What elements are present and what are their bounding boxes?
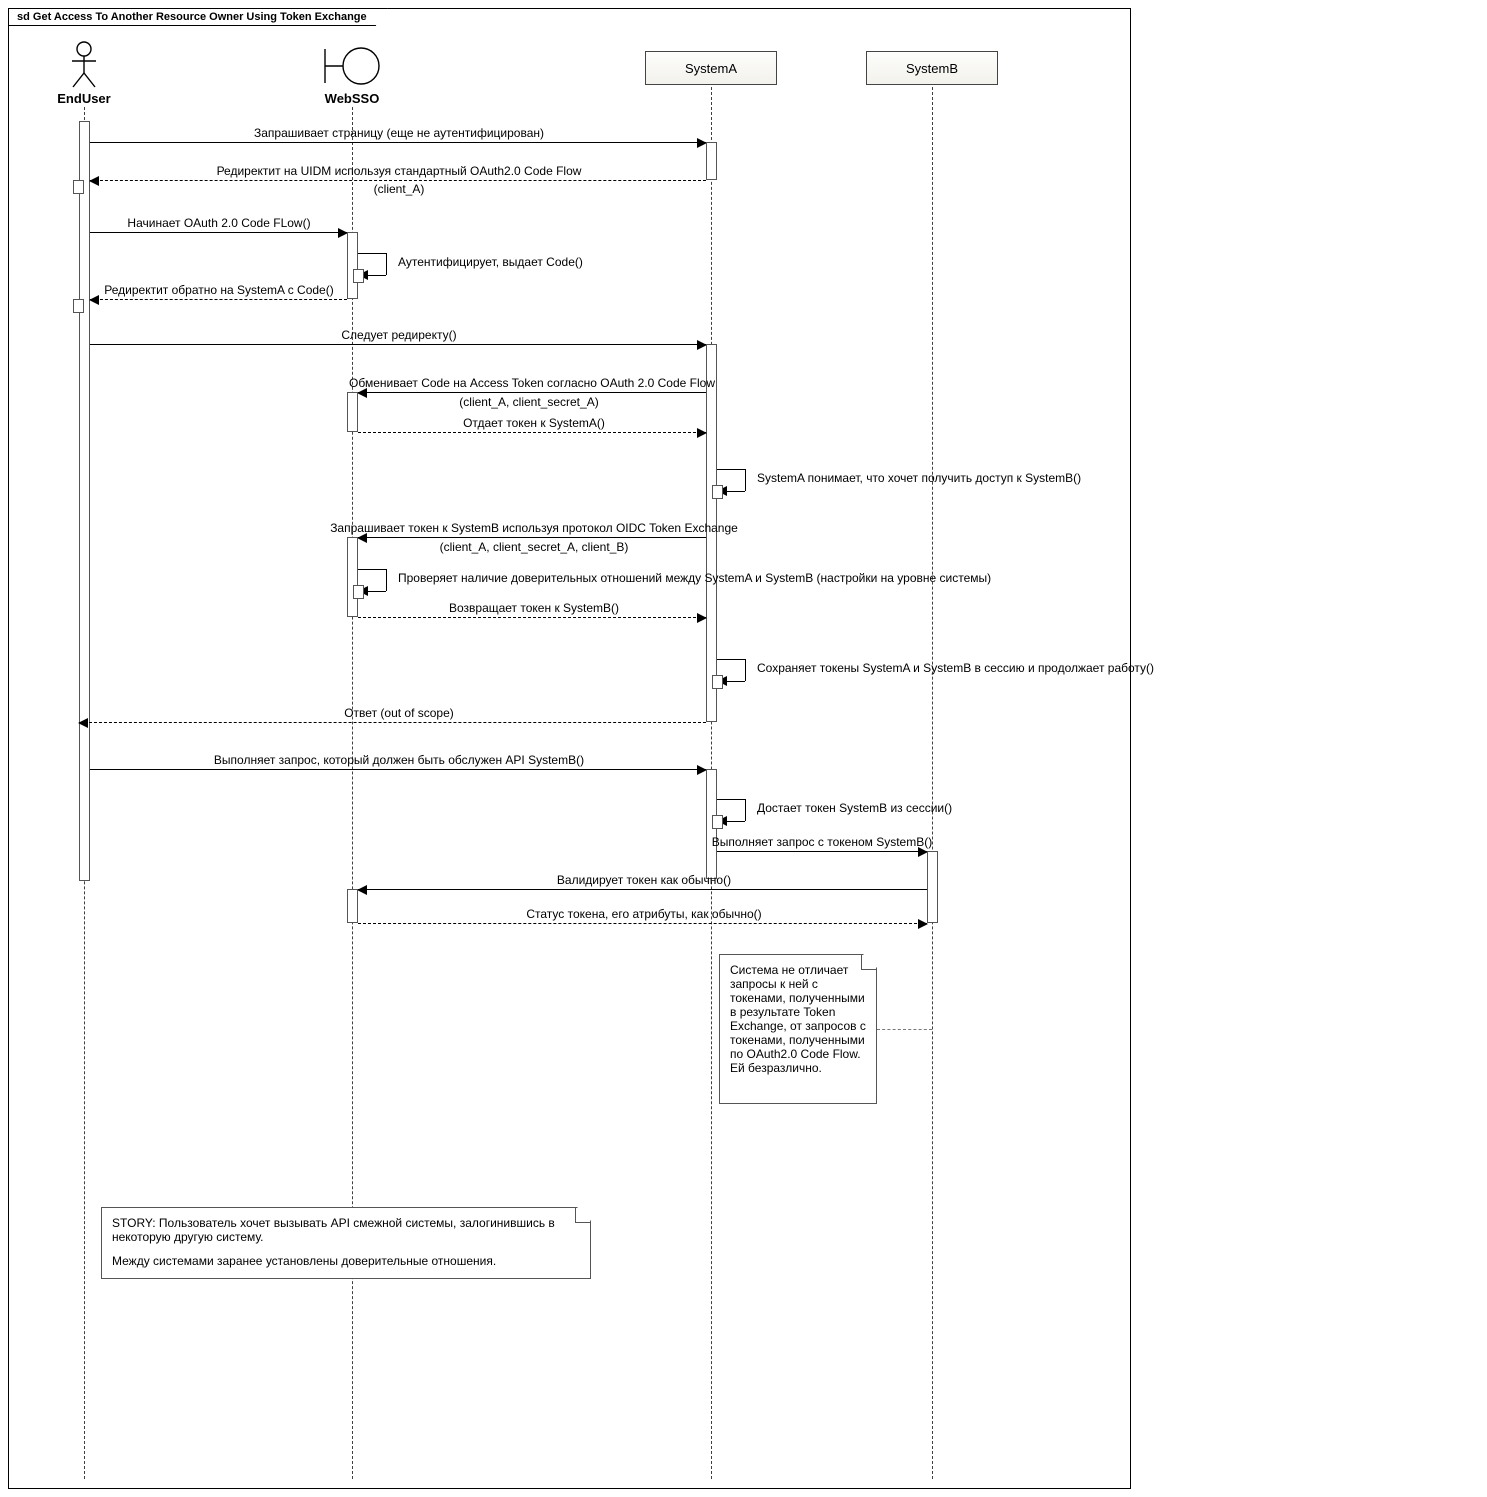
label-m14: Ответ (out of scope) (309, 706, 489, 720)
activation-websso-2 (347, 392, 358, 432)
msg-redirect-uidm (90, 180, 706, 181)
msg-call-B (717, 851, 927, 852)
label-m18: Валидирует токен как обычно() (489, 873, 799, 887)
boundary-websso (323, 43, 383, 92)
label-m6: Следует редиректу() (309, 328, 489, 342)
label-m1: Запрашивает страницу (еще не аутентифици… (209, 126, 589, 140)
note-systemB-text: Система не отличает запросы к ней с токе… (730, 963, 866, 1075)
activation-websso-4 (347, 889, 358, 923)
msg-token-exchange (358, 537, 706, 538)
label-websso: WebSSO (292, 91, 412, 106)
label-m3: Начинает OAuth 2.0 Code FLow() (99, 216, 339, 230)
msg-validate-token (358, 889, 927, 890)
note-connector (877, 1029, 932, 1030)
label-m15: Выполняет запрос, который должен быть об… (179, 753, 619, 767)
header-systemA: SystemA (645, 51, 777, 85)
note-story: STORY: Пользователь хочет вызывать API с… (101, 1207, 591, 1279)
note-story-line2: Между системами заранее установлены дове… (112, 1254, 580, 1268)
activation-websso-3 (347, 537, 358, 617)
msg-request-page (90, 142, 706, 143)
label-m5: Редиректит обратно на SystemA с Code() (91, 283, 347, 297)
activation-systemA-1 (706, 142, 717, 180)
activation-enduser-main (79, 121, 90, 881)
activation-enduser-small1 (73, 180, 84, 194)
label-m12: Возвращает токен к SystemB() (429, 601, 639, 615)
msg-response-oos (79, 722, 706, 723)
msg-follow-redirect (90, 344, 706, 345)
lifeline-systemB (932, 87, 933, 1479)
label-m10a: Запрашивает токен к SystemB используя пр… (329, 521, 739, 535)
actor-enduser (69, 41, 99, 89)
sequence-diagram-canvas: sd Get Access To Another Resource Owner … (0, 0, 1487, 1497)
activation-systemA-small1 (712, 485, 723, 499)
msg-token-status (358, 923, 927, 924)
msg-return-token-A (358, 432, 706, 433)
msg-redirect-back (90, 299, 347, 300)
note-story-line1: STORY: Пользователь хочет вызывать API с… (112, 1216, 580, 1244)
label-m7a: Обменивает Code на Access Token согласно… (347, 376, 717, 390)
msg-exchange-code (358, 392, 706, 393)
activation-systemA-small3 (712, 815, 723, 829)
label-m2a: Редиректит на UIDM используя стандартный… (169, 164, 629, 178)
diagram-frame: sd Get Access To Another Resource Owner … (8, 8, 1131, 1489)
note-systemB: Система не отличает запросы к ней с токе… (719, 954, 877, 1104)
label-m8: Отдает токен к SystemA() (439, 416, 629, 430)
label-m19: Статус токена, его атрибуты, как обычно(… (479, 907, 809, 921)
activation-websso-small1 (353, 269, 364, 283)
label-m7b: (client_A, client_secret_A) (409, 395, 649, 409)
activation-enduser-small2 (73, 299, 84, 313)
label-m10b: (client_A, client_secret_A, client_B) (389, 540, 679, 554)
header-systemB: SystemB (866, 51, 998, 85)
activation-systemB-1 (927, 851, 938, 923)
activation-websso-small2 (353, 585, 364, 599)
frame-title: sd Get Access To Another Resource Owner … (8, 8, 388, 26)
activation-systemA-small2 (712, 675, 723, 689)
msg-call-api-B (90, 769, 706, 770)
label-enduser: EndUser (24, 91, 144, 106)
msg-return-token-B (358, 617, 706, 618)
label-m2b: (client_A) (309, 182, 489, 196)
activation-websso-1 (347, 232, 358, 299)
msg-start-oauth (90, 232, 347, 233)
label-m17: Выполняет запрос с токеном SystemB() (709, 835, 935, 849)
